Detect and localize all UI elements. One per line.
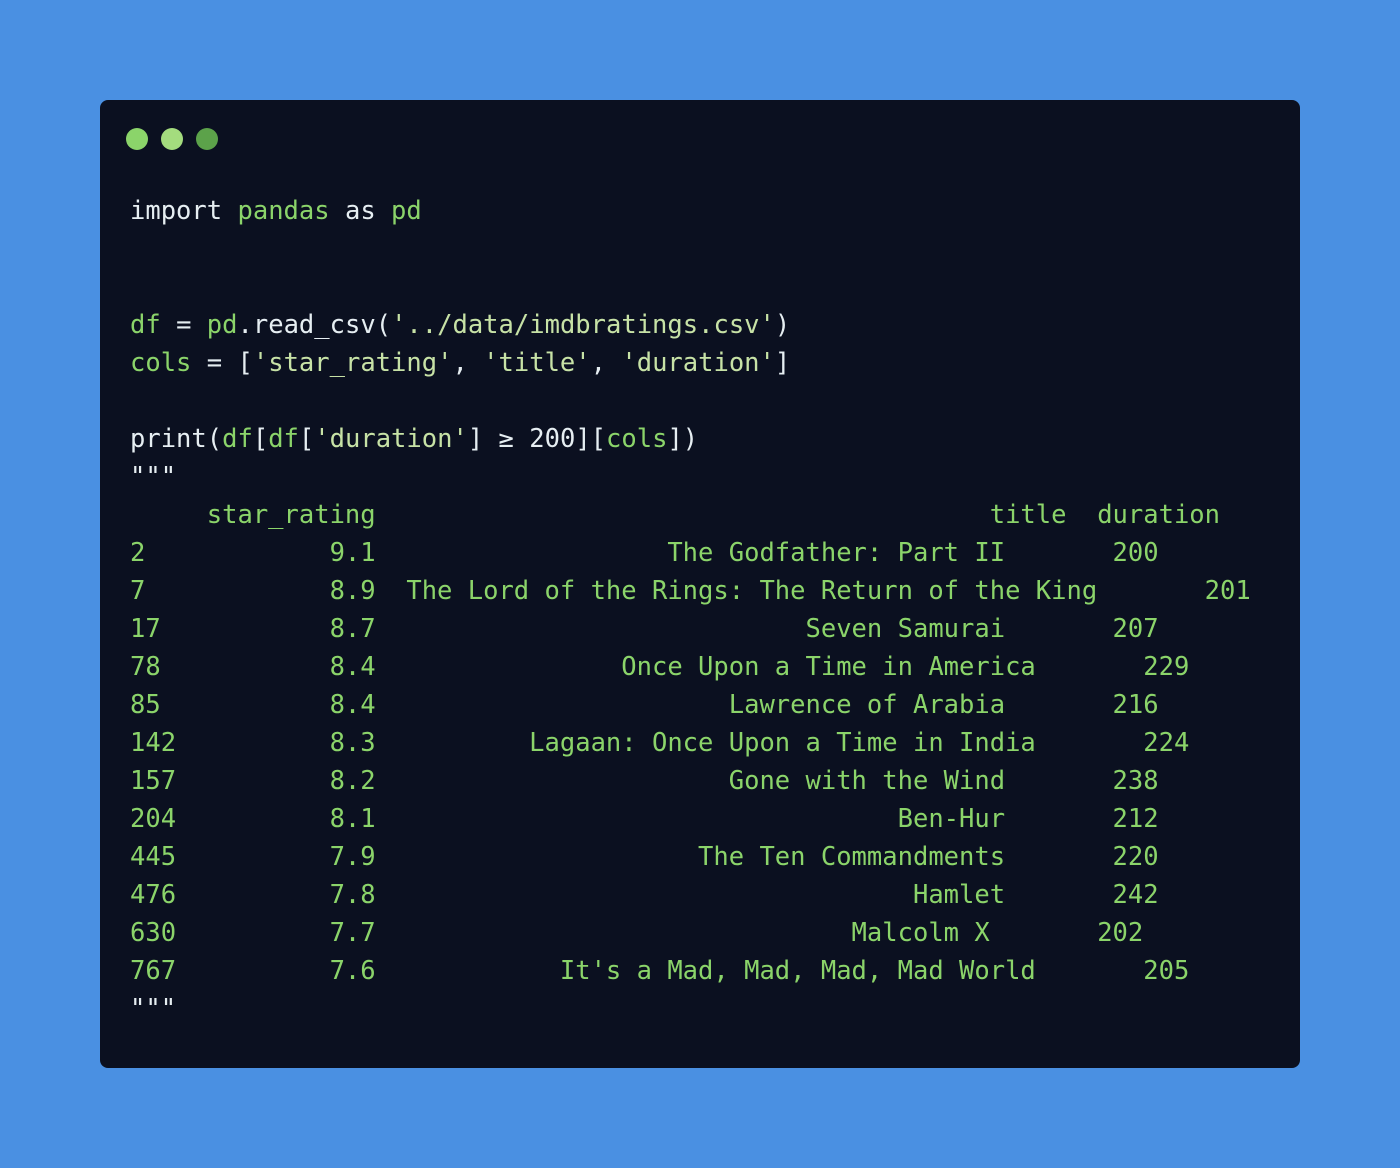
bracket-close: ] <box>467 424 484 454</box>
variable-cols: cols <box>606 424 668 454</box>
code-line-import: import pandas as pd <box>130 192 1251 230</box>
output-row: 767 7.6 It's a Mad, Mad, Mad, Mad World … <box>130 956 1190 986</box>
paren-open: ( <box>375 310 392 340</box>
variable-cols: cols <box>130 348 192 378</box>
function-read-csv: read_csv <box>252 310 376 340</box>
window-dot-3 <box>196 128 218 150</box>
output-row: 630 7.7 Malcolm X 202 <box>130 918 1144 948</box>
assign-operator: = <box>206 348 223 378</box>
function-print: print <box>130 424 207 454</box>
module-name: pandas <box>237 196 330 226</box>
string-duration: 'duration' <box>621 348 775 378</box>
string-star-rating: 'star_rating' <box>252 348 453 378</box>
output-row: 445 7.9 The Ten Commandments 220 <box>130 842 1159 872</box>
assign-operator: = <box>176 310 192 340</box>
comma: , <box>452 348 468 378</box>
output-row: 78 8.4 Once Upon a Time in America 229 <box>130 652 1190 682</box>
variable-df: df <box>268 424 299 454</box>
string-title: 'title' <box>483 348 591 378</box>
window-dot-1 <box>126 128 148 150</box>
docstring-close: """ <box>130 990 1251 1028</box>
comparison-operator: ≥ <box>498 424 514 454</box>
string-path: '../data/imdbratings.csv' <box>391 310 775 340</box>
output-row: 17 8.7 Seven Samurai 207 <box>130 614 1159 644</box>
window-dot-2 <box>161 128 183 150</box>
code-window: import pandas as pd df = pd.read_csv('../… <box>100 100 1300 1068</box>
comma: , <box>590 348 606 378</box>
triple-quote: """ <box>130 994 177 1024</box>
docstring-open: """ <box>130 458 1251 496</box>
code-block: import pandas as pd df = pd.read_csv('../… <box>130 192 1251 1028</box>
bracket-open: [ <box>237 348 253 378</box>
output-row: 2 9.1 The Godfather: Part II 200 <box>130 538 1159 568</box>
dot-operator: . <box>237 310 253 340</box>
bracket-open: [ <box>252 424 269 454</box>
output-row: 142 8.3 Lagaan: Once Upon a Time in Indi… <box>130 728 1190 758</box>
bracket-open: [ <box>298 424 315 454</box>
output-row: 476 7.8 Hamlet 242 <box>130 880 1159 910</box>
bracket-pair: ][ <box>575 424 607 454</box>
output-row: 7 8.9 The Lord of the Rings: The Return … <box>130 576 1251 606</box>
output-header: star_rating title duration <box>130 500 1221 530</box>
output-row: 204 8.1 Ben-Hur 212 <box>130 804 1159 834</box>
object-pd: pd <box>206 310 238 340</box>
number-literal: 200 <box>529 424 576 454</box>
output-row: 157 8.2 Gone with the Wind 238 <box>130 766 1159 796</box>
triple-quote: """ <box>130 462 177 492</box>
string-duration: 'duration' <box>314 424 468 454</box>
code-line-print: print(df[df['duration'] ≥ 200][cols]) <box>130 420 1251 458</box>
window-controls <box>126 128 218 150</box>
bracket-close: ] <box>774 348 791 378</box>
variable-df: df <box>130 310 161 340</box>
keyword-import: import <box>130 196 223 226</box>
keyword-as: as <box>344 196 376 226</box>
code-line-read-csv: df = pd.read_csv('../data/imdbratings.cs… <box>130 306 1251 344</box>
paren-close: ) <box>774 310 791 340</box>
variable-df: df <box>222 424 253 454</box>
bracket-paren-close: ]) <box>667 424 699 454</box>
paren-open: ( <box>206 424 223 454</box>
module-alias: pd <box>391 196 422 226</box>
code-line-cols: cols = ['star_rating', 'title', 'duratio… <box>130 344 1251 382</box>
output-row: 85 8.4 Lawrence of Arabia 216 <box>130 690 1159 720</box>
